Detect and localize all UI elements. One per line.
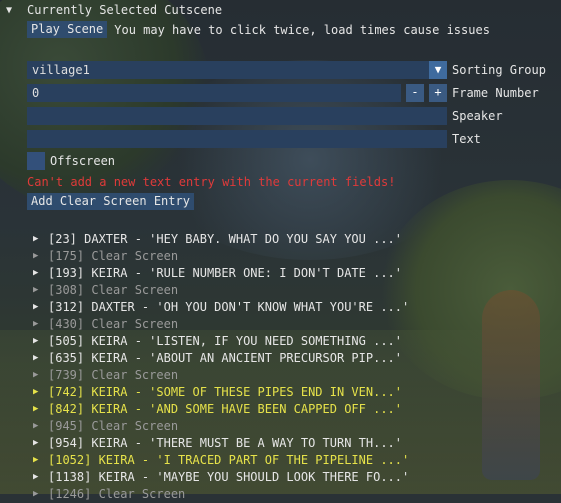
frame-decrement-button[interactable]: - — [406, 84, 424, 102]
entry-label: [1138] KEIRA - 'MAYBE YOU SHOULD LOOK TH… — [48, 470, 410, 484]
play-hint: You may have to click twice, load times … — [114, 22, 490, 37]
sorting-group-value: village1 — [32, 63, 90, 77]
tree-node-entry[interactable]: ▶ [312] DAXTER - 'OH YOU DON'T KNOW WHAT … — [33, 299, 409, 316]
tree-node-entry[interactable]: ▶ [1246] Clear Screen — [33, 486, 409, 503]
triangle-right-icon[interactable]: ▶ — [33, 469, 48, 486]
play-scene-button[interactable]: Play Scene — [27, 21, 108, 38]
entry-label: [430] Clear Screen — [48, 317, 179, 331]
tree-node-entry[interactable]: ▶ [739] Clear Screen — [33, 367, 409, 384]
text-label: Text — [452, 132, 481, 146]
error-message: Can't add a new text entry with the curr… — [27, 175, 396, 189]
entry-label: [193] KEIRA - 'RULE NUMBER ONE: I DON'T … — [48, 266, 403, 280]
entry-label: [312] DAXTER - 'OH YOU DON'T KNOW WHAT Y… — [48, 300, 410, 314]
tree-node-entry[interactable]: ▶ [505] KEIRA - 'LISTEN, IF YOU NEED SOME… — [33, 333, 409, 350]
triangle-right-icon[interactable]: ▶ — [33, 265, 48, 282]
text-input[interactable] — [27, 130, 447, 148]
entry-label: [308] Clear Screen — [48, 283, 179, 297]
triangle-right-icon[interactable]: ▶ — [33, 248, 48, 265]
tree-node-entry[interactable]: ▶ [945] Clear Screen — [33, 418, 409, 435]
frame-increment-button[interactable]: + — [429, 84, 447, 102]
triangle-right-icon[interactable]: ▶ — [33, 367, 48, 384]
triangle-right-icon[interactable]: ▶ — [33, 231, 48, 248]
tree-node-entry[interactable]: ▶ [1052] KEIRA - 'I TRACED PART OF THE PI… — [33, 452, 409, 469]
entry-label: [23] DAXTER - 'HEY BABY. WHAT DO YOU SAY… — [48, 232, 403, 246]
speaker-input[interactable] — [27, 107, 447, 125]
triangle-right-icon[interactable]: ▶ — [33, 282, 48, 299]
entry-label: [842] KEIRA - 'AND SOME HAVE BEEN CAPPED… — [48, 402, 403, 416]
collapsing-header[interactable]: ▼ Currently Selected Cutscene — [6, 2, 222, 18]
triangle-right-icon[interactable]: ▶ — [33, 452, 48, 469]
entry-label: [505] KEIRA - 'LISTEN, IF YOU NEED SOMET… — [48, 334, 403, 348]
triangle-right-icon[interactable]: ▶ — [33, 350, 48, 367]
entry-label: [1052] KEIRA - 'I TRACED PART OF THE PIP… — [48, 453, 410, 467]
triangle-down-icon: ▼ — [6, 4, 13, 16]
tree-node-entry[interactable]: ▶ [635] KEIRA - 'ABOUT AN ANCIENT PRECURS… — [33, 350, 409, 367]
tree-node-entry[interactable]: ▶ [954] KEIRA - 'THERE MUST BE A WAY TO T… — [33, 435, 409, 452]
sorting-group-label: Sorting Group — [452, 63, 546, 77]
offscreen-checkbox[interactable] — [27, 152, 45, 170]
triangle-right-icon[interactable]: ▶ — [33, 486, 48, 503]
entry-label: [1246] Clear Screen — [48, 487, 186, 501]
frame-number-input[interactable]: 0 — [27, 84, 401, 102]
cutscene-editor-panel: ▼ Currently Selected Cutscene Play Scene… — [0, 0, 561, 501]
sorting-group-select[interactable]: village1 ▼ — [27, 61, 447, 79]
entry-label: [954] KEIRA - 'THERE MUST BE A WAY TO TU… — [48, 436, 403, 450]
tree-node-entry[interactable]: ▶ [742] KEIRA - 'SOME OF THESE PIPES END … — [33, 384, 409, 401]
triangle-right-icon[interactable]: ▶ — [33, 418, 48, 435]
tree-node-entry[interactable]: ▶ [430] Clear Screen — [33, 316, 409, 333]
tree-node-entry[interactable]: ▶ [842] KEIRA - 'AND SOME HAVE BEEN CAPPE… — [33, 401, 409, 418]
frame-number-value: 0 — [32, 86, 40, 100]
entry-label: [945] Clear Screen — [48, 419, 179, 433]
tree-node-entry[interactable]: ▶ [23] DAXTER - 'HEY BABY. WHAT DO YOU SA… — [33, 231, 409, 248]
triangle-right-icon[interactable]: ▶ — [33, 401, 48, 418]
header-title: Currently Selected Cutscene — [27, 3, 223, 17]
speaker-label: Speaker — [452, 109, 503, 123]
tree-node-entry[interactable]: ▶ [308] Clear Screen — [33, 282, 409, 299]
triangle-right-icon[interactable]: ▶ — [33, 299, 48, 316]
tree-node-entry[interactable]: ▶ [175] Clear Screen — [33, 248, 409, 265]
tree-node-entry[interactable]: ▶ [1138] KEIRA - 'MAYBE YOU SHOULD LOOK T… — [33, 469, 409, 486]
tree-node-entry[interactable]: ▶ [193] KEIRA - 'RULE NUMBER ONE: I DON'T… — [33, 265, 409, 282]
add-clear-screen-button[interactable]: Add Clear Screen Entry — [27, 193, 194, 210]
entry-label: [742] KEIRA - 'SOME OF THESE PIPES END I… — [48, 385, 403, 399]
frame-number-label: Frame Number — [452, 86, 539, 100]
chevron-down-icon[interactable]: ▼ — [429, 61, 447, 79]
triangle-right-icon[interactable]: ▶ — [33, 384, 48, 401]
triangle-right-icon[interactable]: ▶ — [33, 333, 48, 350]
entry-label: [175] Clear Screen — [48, 249, 179, 263]
entry-label: [739] Clear Screen — [48, 368, 179, 382]
cutscene-entry-list: ▶ [23] DAXTER - 'HEY BABY. WHAT DO YOU SA… — [33, 231, 409, 503]
offscreen-label: Offscreen — [50, 154, 116, 168]
triangle-right-icon[interactable]: ▶ — [33, 435, 48, 452]
entry-label: [635] KEIRA - 'ABOUT AN ANCIENT PRECURSO… — [48, 351, 403, 365]
triangle-right-icon[interactable]: ▶ — [33, 316, 48, 333]
